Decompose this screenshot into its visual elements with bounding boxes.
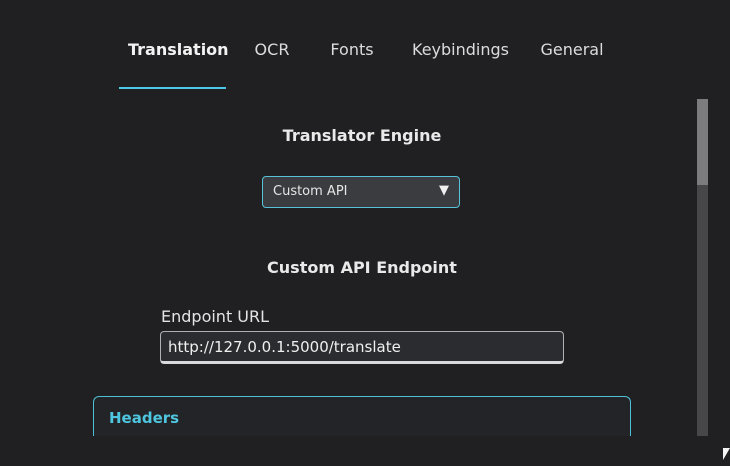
tab-ocr[interactable]: OCR [250,38,294,62]
custom-api-endpoint-heading: Custom API Endpoint [267,258,457,277]
tab-general[interactable]: General [539,38,605,62]
headers-panel: Headers [93,396,631,448]
tab-fonts[interactable]: Fonts [327,38,377,62]
viewport-bottom-edge [0,436,730,466]
endpoint-url-label: Endpoint URL [161,307,270,326]
tab-translation[interactable]: Translation [128,38,229,62]
active-tab-indicator [119,87,226,89]
headers-title: Headers [109,409,180,427]
translator-engine-heading: Translator Engine [282,126,442,145]
tab-keybindings[interactable]: Keybindings [412,38,509,62]
settings-tabbar: Translation OCR Fonts Keybindings Genera… [0,0,730,90]
scrollbar-thumb[interactable] [697,99,708,185]
triangle-down-icon: ▼ [439,183,449,198]
mouse-pointer-icon [723,448,730,460]
translator-engine-select[interactable]: Custom API ▼ [262,176,460,208]
endpoint-url-input[interactable] [160,331,564,364]
translator-engine-selected-value: Custom API [273,184,348,199]
